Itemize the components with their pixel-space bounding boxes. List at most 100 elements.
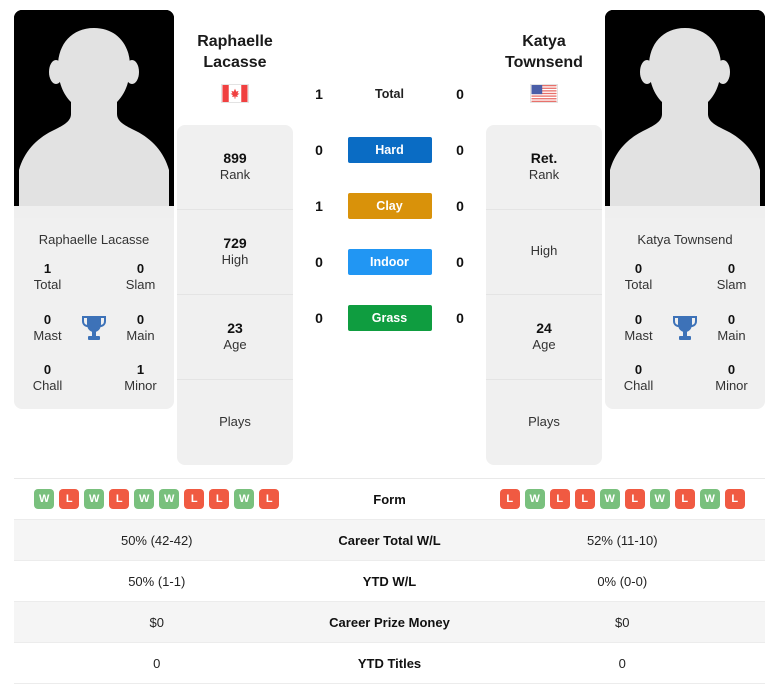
right-high-label: High bbox=[530, 243, 558, 259]
right-player-titles-card: Katya Townsend 0 Total 0 Slam 0 Mast 0 M… bbox=[605, 218, 765, 409]
right-titles-total-label: Total bbox=[624, 277, 653, 293]
form-badge-loss: L bbox=[184, 489, 205, 509]
form-badge-loss: L bbox=[674, 489, 695, 509]
surface-label-indoor: Indoor bbox=[342, 249, 437, 275]
left-high-cell: 729 High bbox=[177, 210, 293, 295]
left-rank-cell: 899 Rank bbox=[177, 125, 293, 210]
form-badge-win: W bbox=[34, 489, 55, 509]
surface-indoor-badge: Indoor bbox=[347, 249, 432, 275]
surface-label-hard: Hard bbox=[342, 137, 437, 163]
ytd-titles-label: YTD Titles bbox=[357, 655, 422, 671]
left-age-label: Age bbox=[223, 337, 247, 353]
left-player-card-name: Raphaelle Lacasse bbox=[38, 232, 150, 247]
left-player-titles-grid: 1 Total 0 Slam 0 Mast 0 Main 0 Chall 1 M… bbox=[22, 261, 166, 395]
right-rank-cell: Ret. Rank bbox=[486, 125, 602, 210]
form-badge-win: W bbox=[524, 489, 545, 509]
right-ytd-wl: 0% (0-0) bbox=[597, 573, 648, 589]
left-titles-mast-value: 0 bbox=[43, 311, 52, 327]
right-form-cell: LWLLWLWLWL bbox=[480, 483, 766, 515]
left-player-rank-card: 899 Rank 729 High 23 Age Plays bbox=[177, 124, 293, 465]
right-titles-slam: 0 Slam bbox=[706, 261, 757, 294]
right-ytd-titles: 0 bbox=[618, 655, 626, 671]
right-titles-mast-label: Mast bbox=[624, 327, 653, 343]
career-prize-money-label: Career Prize Money bbox=[329, 614, 450, 630]
right-surface-indoor-value: 0 bbox=[456, 254, 464, 270]
comparison-table: WLWLWWLLWL Form LWLLWLWLWL 50% (42-42) C… bbox=[14, 478, 765, 684]
form-badge-win: W bbox=[84, 489, 105, 509]
right-career-total-wl: 52% (11-10) bbox=[586, 532, 658, 548]
left-titles-mast-label: Mast bbox=[33, 327, 62, 343]
right-plays-label: Plays bbox=[528, 413, 560, 429]
right-form-strip: LWLLWLWLWL bbox=[484, 489, 762, 509]
left-titles-minor: 1 Minor bbox=[115, 362, 166, 395]
left-titles-chall: 0 Chall bbox=[22, 362, 73, 395]
left-player-name-line1: Raphaelle bbox=[197, 33, 273, 50]
form-badge-loss: L bbox=[724, 489, 745, 509]
left-player-info-column: Raphaelle Lacasse 899 Rank 729 High 23 A… bbox=[174, 10, 296, 465]
table-row-form: WLWLWWLLWL Form LWLLWLWLWL bbox=[14, 479, 765, 520]
right-titles-minor-label: Minor bbox=[715, 378, 748, 394]
form-badge-win: W bbox=[234, 489, 255, 509]
left-high-value: 729 bbox=[223, 235, 247, 252]
right-titles-main: 0 Main bbox=[706, 312, 757, 345]
left-ytd-titles: 0 bbox=[153, 655, 161, 671]
table-row-ytd-titles: 0 YTD Titles 0 bbox=[14, 643, 765, 684]
form-badge-loss: L bbox=[109, 489, 130, 509]
right-player-info-column: Katya Townsend Ret. Rank High 24 Age Pla… bbox=[483, 10, 605, 465]
left-age-value: 23 bbox=[227, 320, 243, 337]
table-row-career-total-wl: 50% (42-42) Career Total W/L 52% (11-10) bbox=[14, 520, 765, 561]
left-player-photo bbox=[14, 10, 174, 218]
right-age-cell: 24 Age bbox=[486, 295, 602, 380]
right-titles-mast-value: 0 bbox=[634, 311, 643, 327]
right-titles-chall: 0 Chall bbox=[613, 362, 664, 395]
left-titles-main-value: 0 bbox=[136, 311, 145, 327]
right-surface-hard-value: 0 bbox=[456, 142, 464, 158]
right-titles-slam-label: Slam bbox=[716, 277, 747, 293]
left-titles-chall-label: Chall bbox=[32, 378, 63, 394]
right-plays-cell: Plays bbox=[486, 380, 602, 465]
left-surface-indoor-value: 0 bbox=[315, 254, 323, 270]
form-badge-win: W bbox=[649, 489, 670, 509]
left-titles-total: 1 Total bbox=[22, 261, 73, 294]
left-player-name-line2: Lacasse bbox=[203, 53, 267, 71]
surface-clay-badge: Clay bbox=[347, 193, 432, 219]
right-career-prize-money: $0 bbox=[615, 614, 630, 630]
left-titles-total-value: 1 bbox=[43, 261, 52, 276]
right-player-block: Katya Townsend 0 Total 0 Slam 0 Mast 0 M… bbox=[605, 10, 765, 409]
right-rank-value: Ret. bbox=[530, 150, 558, 167]
right-rank-label: Rank bbox=[528, 167, 560, 183]
left-titles-slam-value: 0 bbox=[136, 261, 145, 276]
left-surface-total-value: 1 bbox=[315, 86, 323, 102]
surface-label-total: Total bbox=[342, 81, 437, 107]
left-titles-minor-label: Minor bbox=[124, 378, 157, 394]
left-titles-main-label: Main bbox=[126, 327, 155, 343]
form-badge-win: W bbox=[159, 489, 180, 509]
left-rank-value: 899 bbox=[223, 150, 247, 167]
right-titles-chall-label: Chall bbox=[623, 378, 654, 394]
left-surface-hard-value: 0 bbox=[315, 142, 323, 158]
canada-flag-icon bbox=[221, 74, 249, 103]
right-player-name: Katya Townsend bbox=[505, 10, 583, 74]
surface-row-total: 1 Total 0 bbox=[296, 66, 483, 122]
form-badge-win: W bbox=[699, 489, 720, 509]
left-plays-cell: Plays bbox=[177, 380, 293, 465]
right-age-value: 24 bbox=[536, 320, 552, 337]
left-form-strip: WLWLWWLLWL bbox=[18, 489, 296, 509]
left-titles-slam: 0 Slam bbox=[115, 261, 166, 294]
form-badge-win: W bbox=[134, 489, 155, 509]
right-titles-total-value: 0 bbox=[634, 261, 643, 276]
player-comparison-top: Raphaelle Lacasse 1 Total 0 Slam 0 Mast bbox=[0, 0, 779, 472]
surface-label-grass: Grass bbox=[342, 305, 437, 331]
table-row-ytd-wl: 50% (1-1) YTD W/L 0% (0-0) bbox=[14, 561, 765, 602]
right-age-label: Age bbox=[532, 337, 556, 353]
surface-row-indoor: 0 Indoor 0 bbox=[296, 234, 483, 290]
right-titles-main-value: 0 bbox=[727, 311, 736, 327]
left-career-total-wl: 50% (42-42) bbox=[120, 532, 193, 548]
ytd-wl-label: YTD W/L bbox=[362, 573, 417, 589]
left-ytd-wl: 50% (1-1) bbox=[128, 573, 186, 589]
surface-titles-comparison: 1 Total 0 0 Hard 0 1 Clay 0 0 Indoor 0 0… bbox=[296, 10, 483, 346]
form-badge-loss: L bbox=[59, 489, 80, 509]
left-player-titles-card: Raphaelle Lacasse 1 Total 0 Slam 0 Mast bbox=[14, 218, 174, 409]
trophy-icon bbox=[73, 314, 115, 342]
form-badge-loss: L bbox=[209, 489, 230, 509]
